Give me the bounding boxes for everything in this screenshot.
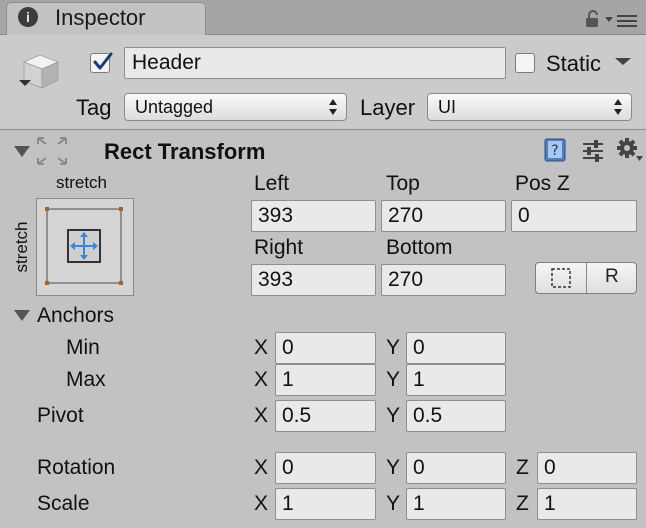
static-checkbox[interactable]	[515, 53, 535, 73]
anchor-max-label: Max	[66, 368, 106, 391]
anchor-min-x-field[interactable]: 0	[275, 332, 376, 364]
axis-y-label: Y	[386, 368, 401, 391]
rotation-x-field[interactable]: 0	[275, 452, 376, 484]
bottom-field[interactable]: 270	[381, 264, 506, 296]
tab-title: Inspector	[55, 5, 146, 30]
preset-sliders-icon[interactable]	[580, 138, 606, 164]
static-dropdown-arrow-icon[interactable]	[614, 56, 632, 68]
scale-x-field[interactable]: 1	[275, 488, 376, 520]
anchor-stretch-icon	[45, 207, 123, 285]
help-book-icon[interactable]: ?	[543, 137, 567, 163]
scale-y-field[interactable]: 1	[406, 488, 506, 520]
blueprint-mode-button[interactable]	[536, 263, 586, 293]
axis-y-label: Y	[386, 456, 401, 479]
axis-x-label: X	[254, 368, 269, 391]
svg-text:?: ?	[551, 143, 558, 159]
anchor-presets-button[interactable]	[36, 198, 134, 296]
axis-z-label: Z	[516, 492, 529, 515]
axis-x-label: X	[254, 492, 269, 515]
context-menu-icon[interactable]	[605, 13, 639, 29]
scale-label: Scale	[37, 492, 90, 515]
left-field[interactable]: 393	[251, 200, 376, 232]
layer-value: UI	[438, 97, 456, 117]
layer-dropdown[interactable]: UI	[427, 93, 632, 121]
pivot-y-field[interactable]: 0.5	[406, 400, 506, 432]
rect-transform-foldout-icon[interactable]	[14, 146, 30, 157]
anchors-label: Anchors	[37, 304, 115, 327]
pivot-label: Pivot	[37, 404, 84, 427]
right-label: Right	[254, 236, 304, 259]
gear-icon[interactable]	[616, 136, 644, 164]
rect-transform-icon	[37, 137, 67, 165]
axis-y-label: Y	[386, 404, 401, 427]
scale-z-field[interactable]: 1	[537, 488, 637, 520]
component-title: Rect Transform	[104, 139, 266, 164]
bottom-label: Bottom	[386, 236, 453, 259]
rotation-z-field[interactable]: 0	[537, 452, 637, 484]
tag-value: Untagged	[135, 97, 214, 117]
gameobject-cube-icon[interactable]	[16, 50, 64, 94]
active-checkbox[interactable]	[90, 52, 113, 73]
updown-arrows-icon	[329, 99, 337, 115]
pivot-x-field[interactable]: 0.5	[275, 400, 376, 432]
layer-label: Layer	[360, 95, 416, 120]
rotation-label: Rotation	[37, 456, 116, 479]
anchor-min-label: Min	[66, 336, 100, 359]
anchors-foldout-icon[interactable]	[14, 310, 30, 321]
axis-z-label: Z	[516, 456, 529, 479]
anchor-max-x-field[interactable]: 1	[275, 364, 376, 396]
info-icon: i	[18, 7, 38, 27]
raw-edit-mode-button[interactable]: R	[587, 263, 636, 293]
top-label: Top	[386, 172, 420, 195]
anchor-min-y-field[interactable]: 0	[406, 332, 506, 364]
checkmark-icon	[93, 52, 113, 70]
left-label: Left	[254, 172, 290, 195]
pos-z-field[interactable]: 0	[511, 200, 637, 232]
anchor-max-y-field[interactable]: 1	[406, 364, 506, 396]
anchor-preset-side-label: stretch	[12, 221, 31, 273]
pos-z-label: Pos Z	[515, 172, 570, 195]
axis-y-label: Y	[386, 336, 401, 359]
rotation-y-field[interactable]: 0	[406, 452, 506, 484]
axis-x-label: X	[254, 336, 269, 359]
lock-icon[interactable]	[584, 10, 602, 28]
gameobject-name-field[interactable]: Header	[124, 47, 506, 79]
top-field[interactable]: 270	[381, 200, 506, 232]
raw-edit-icon: R	[605, 266, 619, 287]
tag-dropdown[interactable]: Untagged	[124, 93, 347, 121]
axis-x-label: X	[254, 404, 269, 427]
blueprint-dashed-rect-icon	[551, 268, 571, 288]
right-field[interactable]: 393	[251, 264, 376, 296]
anchor-preset-top-label: stretch	[56, 173, 108, 192]
axis-x-label: X	[254, 456, 269, 479]
updown-arrows-icon	[614, 99, 622, 115]
tag-label: Tag	[76, 95, 112, 120]
static-label: Static	[546, 51, 602, 76]
axis-y-label: Y	[386, 492, 401, 515]
